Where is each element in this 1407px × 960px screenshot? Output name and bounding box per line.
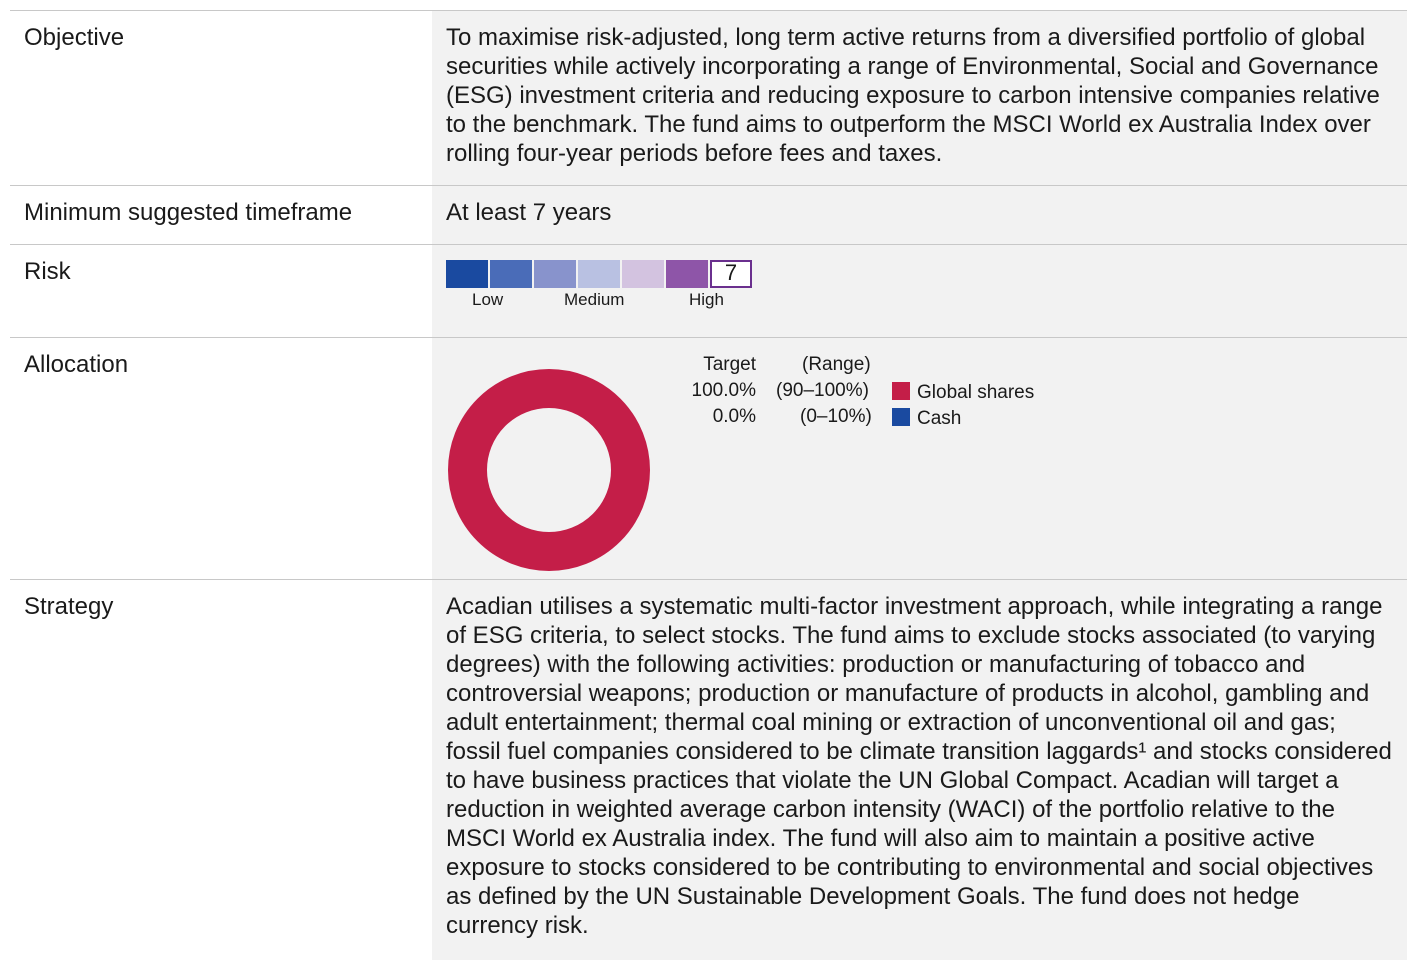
allocation-label: Allocation [24, 351, 129, 378]
objective-text: To maximise risk-adjusted, long term act… [432, 11, 1407, 185]
risk-scale-medium: Medium [564, 290, 625, 309]
legend-label-global-shares: Global shares [917, 382, 1035, 403]
legend-header-target: Target [703, 354, 756, 375]
risk-scale: 7 Low Medium High [446, 260, 766, 320]
objective-row: Objective To maximise risk-adjusted, lon… [10, 11, 1407, 186]
legend-target-global-shares: 100.0% [691, 380, 756, 401]
legend-range-global-shares: (90–100%) [776, 380, 869, 401]
risk-segment [622, 260, 664, 288]
risk-label: Risk [24, 258, 71, 285]
legend-swatch-cash [892, 408, 910, 426]
strategy-text: Acadian utilises a systematic multi-fact… [432, 580, 1407, 960]
risk-segment [534, 260, 576, 288]
timeframe-row: Minimum suggested timeframe At least 7 y… [10, 186, 1407, 245]
legend-header-range: (Range) [802, 354, 871, 375]
risk-scale-high: High [689, 290, 724, 309]
allocation-value-cell: Target (Range) 100.0% (90–100%) Global s… [432, 338, 1407, 579]
risk-value-cell: 7 Low Medium High [432, 245, 1407, 337]
legend-target-cash: 0.0% [712, 406, 756, 427]
risk-segment [578, 260, 620, 288]
allocation-chart: Target (Range) 100.0% (90–100%) Global s… [446, 350, 1393, 571]
strategy-row: Strategy Acadian utilises a systematic m… [10, 580, 1407, 960]
strategy-label: Strategy [24, 593, 114, 620]
objective-label: Objective [24, 24, 125, 51]
risk-row: Risk 7 Low Medium High [10, 245, 1407, 338]
legend-swatch-global-shares [892, 382, 910, 400]
risk-segment [666, 260, 708, 288]
donut-slice-global-shares [448, 369, 650, 571]
allocation-donut-chart [448, 369, 650, 571]
timeframe-label: Minimum suggested timeframe [24, 199, 353, 226]
risk-segment [490, 260, 532, 288]
risk-current-level: 7 [710, 260, 752, 288]
risk-scale-low: Low [472, 290, 504, 309]
legend-range-cash: (0–10%) [800, 406, 872, 427]
allocation-row: Allocation Target (Range) 100.0% (90–100… [10, 338, 1407, 580]
fund-profile-table: Objective To maximise risk-adjusted, lon… [10, 10, 1407, 960]
legend-label-cash: Cash [917, 408, 962, 429]
risk-bar: 7 [446, 260, 766, 288]
timeframe-text: At least 7 years [432, 186, 1407, 244]
risk-segment [446, 260, 488, 288]
